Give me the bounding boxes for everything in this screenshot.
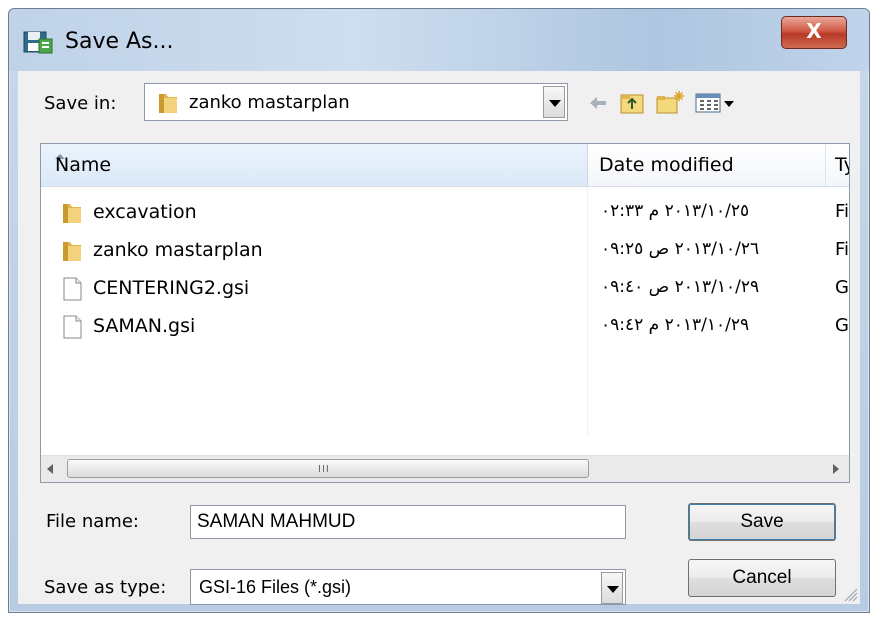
- file-icon: [63, 277, 82, 301]
- file-name: CENTERING2.gsi: [93, 277, 250, 299]
- file-date: ٢٠١٣/١٠/٢٩ م ٠٩:٤٢: [601, 315, 750, 335]
- list-item[interactable]: CENTERING2.gsi ٢٠١٣/١٠/٢٩ ص ٠٩:٤٠ G!: [41, 270, 849, 308]
- name-column-header[interactable]: Name: [41, 144, 588, 186]
- dialog-title: Save As...: [65, 29, 174, 54]
- new-folder-icon[interactable]: [654, 89, 686, 117]
- save-as-type-label: Save as type:: [44, 577, 167, 598]
- file-date: ٢٠١٣/١٠/٢٩ ص ٠٩:٤٠: [601, 277, 760, 297]
- save-in-label: Save in:: [44, 93, 117, 114]
- horizontal-scrollbar[interactable]: III: [41, 455, 849, 482]
- file-name-label: File name:: [46, 511, 139, 532]
- file-date: ٢٠١٣/١٠/٢٥ م ٠٢:٣٣: [601, 201, 750, 221]
- title-bar[interactable]: Save As... X: [9, 9, 869, 71]
- list-item[interactable]: SAMAN.gsi ٢٠١٣/١٠/٢٩ م ٠٩:٤٢ G!: [41, 308, 849, 346]
- file-type: Fi: [835, 201, 850, 222]
- file-icon: [63, 315, 82, 339]
- save-as-dialog: Save As... X Save in: zanko mastarplan N…: [8, 8, 870, 613]
- scroll-left-icon[interactable]: [47, 464, 53, 474]
- dialog-body: Save in: zanko mastarplan Name Date modi…: [18, 71, 860, 605]
- save-as-type-value: GSI-16 Files (*.gsi): [199, 577, 352, 597]
- view-menu-icon[interactable]: [694, 89, 736, 117]
- date-modified-column-header[interactable]: Date modified: [587, 144, 826, 186]
- save-in-value: zanko mastarplan: [189, 92, 350, 113]
- scroll-grip: III: [318, 464, 330, 475]
- folder-icon: [63, 204, 81, 223]
- folder-icon: [159, 94, 177, 113]
- folder-icon: [63, 242, 81, 261]
- save-as-type-dropdown-arrow[interactable]: [601, 572, 623, 604]
- list-item[interactable]: excavation ٢٠١٣/١٠/٢٥ م ٠٢:٣٣ Fi: [41, 194, 850, 232]
- save-in-dropdown[interactable]: zanko mastarplan: [144, 83, 568, 121]
- list-item[interactable]: zanko mastarplan ٢٠١٣/١٠/٢٦ ص ٠٩:٢٥ Fi: [41, 232, 850, 270]
- file-date: ٢٠١٣/١٠/٢٦ ص ٠٩:٢٥: [601, 239, 760, 259]
- file-name: zanko mastarplan: [93, 239, 263, 261]
- save-disk-icon: [23, 31, 53, 54]
- file-list[interactable]: Name Date modified Ty excavation ٢٠١٣/١٠…: [40, 143, 850, 483]
- file-name-input[interactable]: [197, 509, 617, 535]
- file-name: excavation: [93, 201, 197, 223]
- scroll-right-icon[interactable]: [833, 464, 839, 474]
- back-arrow-icon[interactable]: [586, 89, 610, 117]
- file-name: SAMAN.gsi: [93, 315, 196, 337]
- up-folder-icon[interactable]: [618, 89, 646, 117]
- cancel-button[interactable]: Cancel: [688, 559, 836, 597]
- file-type: G!: [835, 315, 849, 336]
- save-button[interactable]: Save: [688, 503, 836, 541]
- file-list-header: Name Date modified Ty: [41, 144, 849, 187]
- file-type: G!: [835, 277, 849, 298]
- scrollbar-thumb[interactable]: III: [67, 459, 589, 478]
- resize-grip-icon[interactable]: [842, 586, 858, 602]
- file-name-field[interactable]: [190, 505, 626, 539]
- save-in-dropdown-arrow[interactable]: [543, 86, 565, 118]
- file-type: Fi: [835, 239, 850, 260]
- save-as-type-dropdown[interactable]: GSI-16 Files (*.gsi): [190, 569, 626, 605]
- close-button[interactable]: X: [781, 16, 847, 49]
